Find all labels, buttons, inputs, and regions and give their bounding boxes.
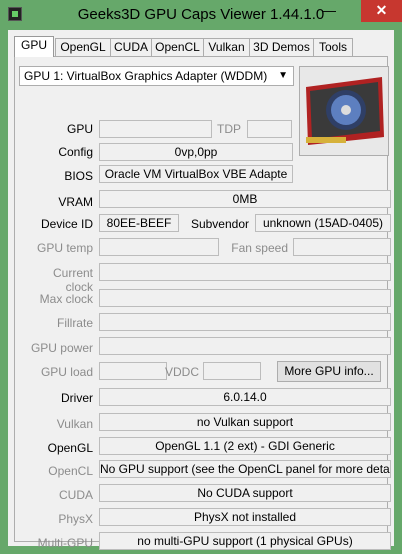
app-window: Geeks3D GPU Caps Viewer 1.44.1.0 — ✕ GPU… — [0, 0, 402, 554]
multi-gpu-field: no multi-GPU support (1 physical GPUs) — [99, 532, 391, 550]
gpu-load-label: GPU load — [40, 365, 93, 379]
gpu-label: GPU — [66, 122, 93, 136]
driver-label: Driver — [61, 391, 93, 405]
config-field: 0vp,0pp — [99, 143, 293, 161]
tdp-field — [247, 120, 292, 138]
vulkan-field: no Vulkan support — [99, 413, 391, 431]
tab-tools[interactable]: Tools — [313, 38, 353, 56]
fan-speed-label: Fan speed — [231, 241, 288, 255]
gpu-select[interactable]: GPU 1: VirtualBox Graphics Adapter (WDDM… — [19, 66, 294, 86]
tab-3d-demos[interactable]: 3D Demos — [249, 38, 314, 56]
device-id-field: 80EE-BEEF — [99, 214, 179, 232]
client-area: GPU OpenGL CUDA OpenCL Vulkan 3D Demos T… — [8, 30, 394, 550]
tdp-label: TDP — [217, 122, 241, 136]
tab-cuda[interactable]: CUDA — [110, 38, 152, 56]
vram-field: 0MB — [99, 190, 391, 208]
gpu-power-field — [99, 337, 391, 355]
tab-gpu[interactable]: GPU — [14, 36, 54, 57]
title-bar[interactable]: Geeks3D GPU Caps Viewer 1.44.1.0 — ✕ — [0, 0, 402, 30]
graphics-card-image — [299, 66, 389, 156]
gpu-select-value: GPU 1: VirtualBox Graphics Adapter (WDDM… — [24, 69, 268, 83]
more-gpu-info-button[interactable]: More GPU info... — [277, 361, 381, 382]
vddc-label: VDDC — [165, 365, 200, 379]
tab-opencl[interactable]: OpenCL — [151, 38, 204, 56]
opengl-field: OpenGL 1.1 (2 ext) - GDI Generic — [99, 437, 391, 455]
cuda-field: No CUDA support — [99, 484, 391, 502]
chevron-down-icon: ▼ — [278, 70, 288, 81]
gpu-temp-field — [99, 238, 219, 256]
tab-opengl[interactable]: OpenGL — [55, 38, 111, 56]
max-clock-label: Max clock — [39, 292, 93, 306]
physx-label: PhysX — [58, 512, 93, 526]
fan-speed-field — [293, 238, 391, 256]
minimize-button[interactable]: — — [316, 0, 342, 22]
subvendor-field: unknown (15AD-0405) — [255, 214, 391, 232]
current-clock-label: Current clock — [52, 266, 93, 294]
gpu-panel: GPU 1: VirtualBox Graphics Adapter (WDDM… — [14, 56, 391, 550]
config-label: Config — [58, 145, 93, 159]
device-id-label: Device ID — [40, 217, 93, 231]
opencl-label: OpenCL — [48, 464, 93, 478]
opengl-label: OpenGL — [47, 441, 93, 455]
gpu-temp-label: GPU temp — [36, 241, 93, 255]
tab-vulkan[interactable]: Vulkan — [203, 38, 250, 56]
bios-label: BIOS — [64, 169, 93, 183]
driver-field: 6.0.14.0 — [99, 388, 391, 406]
multi-gpu-label: Multi-GPU — [37, 536, 93, 550]
opencl-field: No GPU support (see the OpenCL panel for… — [99, 460, 391, 478]
cuda-label: CUDA — [58, 488, 93, 502]
gpu-load-field — [99, 362, 167, 380]
fillrate-label: Fillrate — [56, 316, 93, 330]
gpu-power-label: GPU power — [30, 341, 93, 355]
vram-label: VRAM — [58, 195, 93, 209]
subvendor-label: Subvendor — [190, 217, 249, 231]
gpu-field — [99, 120, 212, 138]
bios-field: Oracle VM VirtualBox VBE Adapte — [99, 165, 293, 183]
fillrate-field — [99, 313, 391, 331]
vddc-field — [203, 362, 261, 380]
current-clock-field — [99, 263, 391, 281]
physx-field: PhysX not installed — [99, 508, 391, 526]
max-clock-field — [99, 289, 391, 307]
close-button[interactable]: ✕ — [361, 0, 402, 22]
vulkan-label: Vulkan — [56, 417, 93, 431]
